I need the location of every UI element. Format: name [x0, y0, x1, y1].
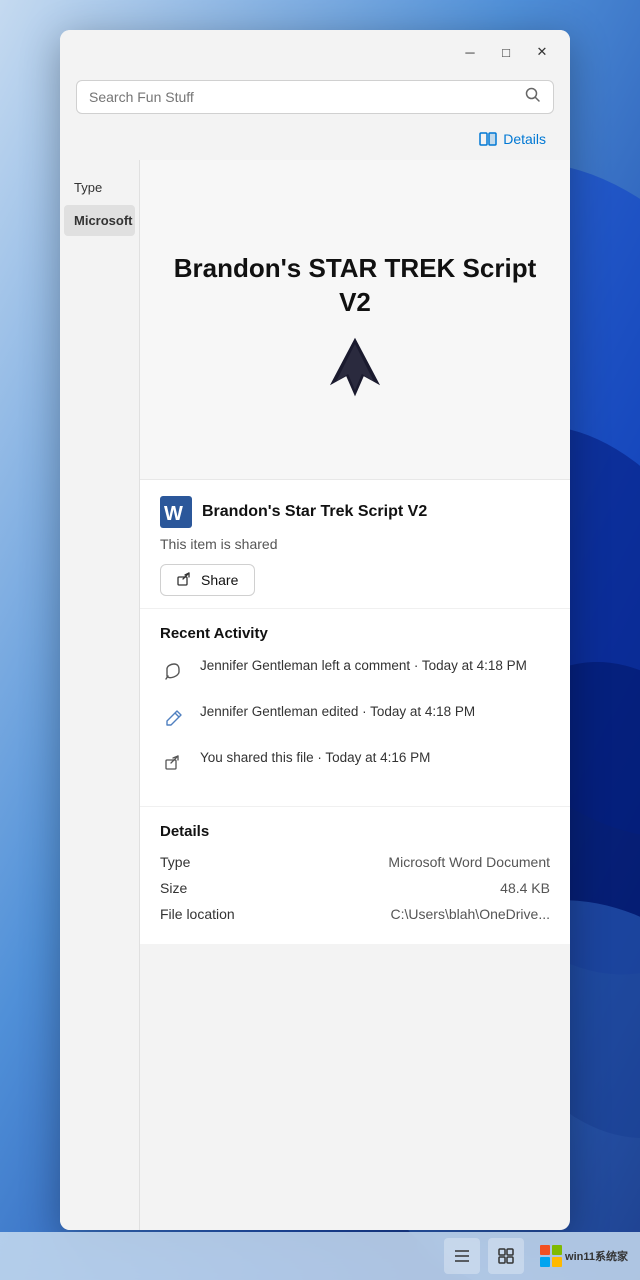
shared-status: This item is shared [160, 536, 550, 552]
content-area: Type Microsoft Brandon's STAR TREK Scrip… [60, 160, 570, 1230]
grid-view-icon [497, 1247, 515, 1265]
edit-activity-icon [160, 704, 188, 732]
search-input[interactable] [89, 89, 517, 105]
nav-item-type[interactable]: Type [64, 172, 135, 203]
details-section-title: Details [160, 823, 550, 840]
comment-activity-icon [160, 658, 188, 686]
activity-text-share: You shared this file · Today at 4:16 PM [200, 748, 430, 768]
detail-value-type: Microsoft Word Document [270, 854, 550, 870]
right-panel: Brandon's STAR TREK Script V2 W [140, 160, 570, 944]
detail-label-size: Size [160, 880, 270, 896]
nav-item-microsoft[interactable]: Microsoft [64, 205, 135, 236]
recent-activity-section: Recent Activity Jennifer Gentleman left … [140, 609, 570, 807]
activity-item-comment: Jennifer Gentleman left a comment · Toda… [160, 656, 550, 686]
site-watermark: win11系统家 [565, 1248, 628, 1264]
share-activity-icon [160, 750, 188, 778]
detail-value-location: C:\Users\blah\OneDrive... [270, 906, 550, 922]
left-nav: Type Microsoft [60, 160, 140, 1230]
preview-title: Brandon's STAR TREK Script V2 [160, 252, 550, 320]
preview-area: Brandon's STAR TREK Script V2 [140, 160, 570, 480]
detail-label-type: Type [160, 854, 270, 870]
word-file-icon: W [160, 496, 192, 528]
win11-logo-area: win11系统家 [540, 1245, 628, 1267]
file-info-section: W Brandon's Star Trek Script V2 This ite… [140, 480, 570, 609]
minimize-button[interactable]: ─ [454, 38, 486, 66]
bottom-taskbar: win11系统家 [0, 1232, 640, 1280]
share-button-label: Share [201, 572, 238, 588]
titlebar: ─ □ ✕ [60, 30, 570, 74]
activity-text-edit: Jennifer Gentleman edited · Today at 4:1… [200, 702, 475, 722]
right-panel-wrapper: Brandon's STAR TREK Script V2 W [140, 160, 570, 1230]
grid-view-button[interactable] [488, 1238, 524, 1274]
details-toggle-row: Details [60, 122, 570, 160]
windows-logo-icon [540, 1245, 562, 1267]
details-panel-icon [479, 130, 497, 148]
svg-text:W: W [164, 503, 183, 525]
share-button[interactable]: Share [160, 564, 255, 596]
activity-item-edit: Jennifer Gentleman edited · Today at 4:1… [160, 702, 550, 732]
search-input-wrapper [76, 80, 554, 114]
maximize-button[interactable]: □ [490, 38, 522, 66]
detail-row-type: Type Microsoft Word Document [160, 854, 550, 870]
details-section: Details Type Microsoft Word Document Siz… [140, 807, 570, 944]
search-bar [60, 74, 570, 122]
detail-row-location: File location C:\Users\blah\OneDrive... [160, 906, 550, 922]
main-window: ─ □ ✕ Details [60, 30, 570, 1230]
minimize-icon: ─ [465, 45, 474, 60]
close-icon: ✕ [537, 44, 548, 60]
detail-row-size: Size 48.4 KB [160, 880, 550, 896]
list-view-icon [453, 1247, 471, 1265]
activity-text-comment: Jennifer Gentleman left a comment · Toda… [200, 656, 527, 676]
recent-activity-title: Recent Activity [160, 625, 550, 642]
detail-value-size: 48.4 KB [270, 880, 550, 896]
close-button[interactable]: ✕ [526, 38, 558, 66]
details-toggle-button[interactable]: Details [471, 126, 554, 152]
list-view-button[interactable] [444, 1238, 480, 1274]
file-title-row: W Brandon's Star Trek Script V2 [160, 496, 550, 528]
activity-item-share: You shared this file · Today at 4:16 PM [160, 748, 550, 778]
details-toggle-label: Details [503, 131, 546, 147]
star-trek-logo-icon [325, 337, 385, 397]
file-name: Brandon's Star Trek Script V2 [202, 503, 427, 521]
search-icon [525, 87, 541, 107]
detail-label-location: File location [160, 906, 270, 922]
share-icon [177, 572, 193, 588]
maximize-icon: □ [502, 45, 510, 60]
